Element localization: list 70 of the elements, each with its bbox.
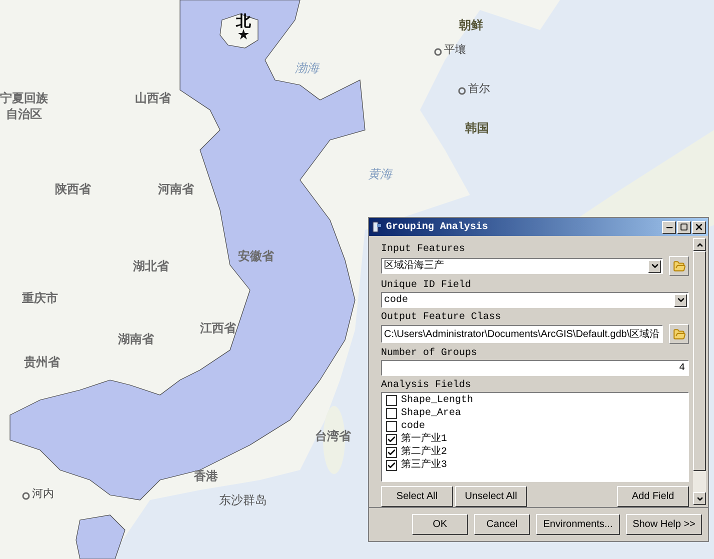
scrollbar[interactable] <box>693 238 706 505</box>
map-label: 北 <box>236 14 251 29</box>
map-label: 东沙群岛 <box>219 494 267 506</box>
map-label: 安徽省 <box>238 250 274 262</box>
maximize-icon <box>680 223 688 231</box>
folder-icon <box>672 328 686 340</box>
dialog-button[interactable]: Unselect All <box>455 486 527 507</box>
field-name: Shape_Length <box>401 394 474 406</box>
map-label: 香港 <box>194 470 218 482</box>
checkbox[interactable] <box>386 395 397 406</box>
map-label: 渤海 <box>295 62 319 74</box>
input-features-dropdown[interactable]: 区域沿海三产 <box>381 258 663 274</box>
field-label: Output Feature Class <box>381 311 502 324</box>
checkbox[interactable] <box>386 434 397 445</box>
close-button[interactable] <box>692 220 706 234</box>
map-label: 陕西省 <box>55 183 91 195</box>
map-label: 首尔 <box>468 84 490 95</box>
checkbox[interactable] <box>386 460 397 471</box>
browse-button[interactable] <box>669 256 689 276</box>
map-label: 河内 <box>32 489 54 500</box>
maximize-button[interactable] <box>677 220 691 234</box>
field-name: 第二产业2 <box>401 446 448 458</box>
checkbox[interactable] <box>386 447 397 458</box>
scroll-up-icon <box>696 240 704 248</box>
caret-icon <box>676 295 686 305</box>
field-label: Analysis Fields <box>381 379 472 392</box>
map-label: 自治区 <box>6 108 42 120</box>
dialog-button[interactable]: Add Field <box>617 486 689 507</box>
tool-icon <box>371 221 383 233</box>
window-title: Grouping Analysis <box>386 220 490 234</box>
checkbox[interactable] <box>386 421 397 432</box>
map-label: 湖北省 <box>133 260 169 272</box>
city-dot-icon <box>22 492 30 500</box>
unique-id-dropdown[interactable]: code <box>381 292 689 308</box>
field-label: Unique ID Field <box>381 279 472 292</box>
minimize-button[interactable] <box>662 220 676 234</box>
map-label: 平壤 <box>444 45 466 56</box>
map-label: 台湾省 <box>315 430 351 442</box>
dialog-button[interactable]: OK <box>412 514 468 535</box>
field-name: 第三产业3 <box>401 460 448 472</box>
map-label: 朝鲜 <box>459 19 483 31</box>
map-label: 河南省 <box>158 183 194 195</box>
number-field[interactable]: 4 <box>381 360 689 376</box>
map-label: 湖南省 <box>118 333 154 345</box>
output-path-field[interactable]: C:\Users\Administrator\Documents\ArcGIS\Default.gdb\区域沿 <box>381 325 663 343</box>
dialog-button[interactable]: Cancel <box>474 514 530 535</box>
checkbox[interactable] <box>386 408 397 419</box>
map-label: 宁夏回族 <box>0 92 48 104</box>
map-label: 山西省 <box>135 92 171 104</box>
field-name: Shape_Area <box>401 408 462 420</box>
map-label: 重庆市 <box>22 292 58 304</box>
map-label: 黄海 <box>368 168 392 180</box>
field-label: Input Features <box>381 243 466 256</box>
field-name: 第一产业1 <box>401 434 448 446</box>
field-label: Number of Groups <box>381 347 478 360</box>
city-dot-icon <box>458 87 466 95</box>
dialog-button[interactable]: Environments... <box>536 514 620 535</box>
map-label: 贵州省 <box>24 356 60 368</box>
scroll-down-icon <box>696 494 704 502</box>
caret-icon <box>650 261 660 271</box>
dialog-button[interactable]: Show Help >> <box>626 514 702 535</box>
star-icon <box>238 29 249 40</box>
browse-button[interactable] <box>669 324 689 344</box>
field-name: code <box>401 420 426 432</box>
map-label: 韩国 <box>465 122 489 134</box>
dialog-button[interactable]: Select All <box>381 486 453 507</box>
city-dot-icon <box>434 48 442 56</box>
map-label: 江西省 <box>200 322 236 334</box>
close-icon <box>694 222 704 232</box>
folder-icon <box>672 260 686 272</box>
